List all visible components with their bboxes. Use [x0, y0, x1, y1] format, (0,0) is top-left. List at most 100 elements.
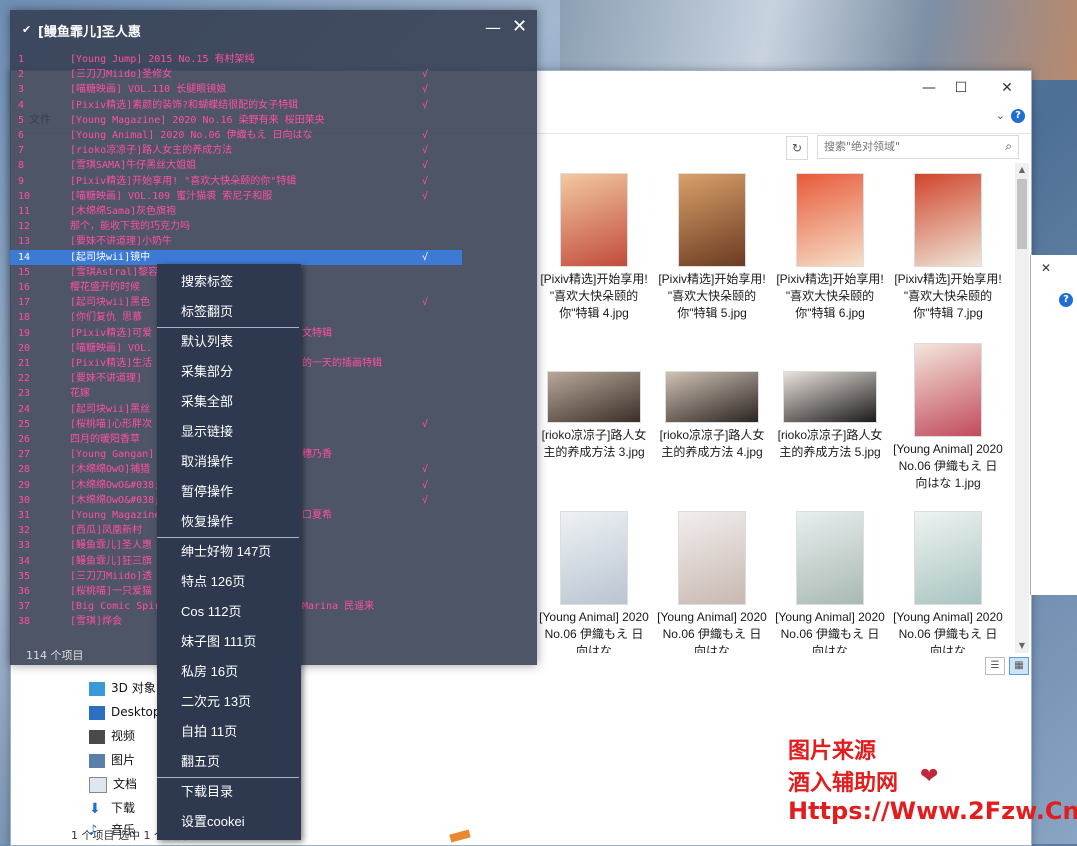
large-icons-view-icon[interactable]: ▦ [1009, 657, 1029, 675]
sidebar-item-videos[interactable]: 视频 [89, 725, 135, 747]
details-view-icon[interactable]: ☰ [985, 657, 1005, 675]
item-done-mark: √ [422, 479, 429, 491]
file-item[interactable]: [Pixiv精选]开始享用! "喜欢大快朵颐的你"特辑 7.jpg [893, 173, 1003, 322]
menu-item[interactable]: 二次元 13页 [181, 687, 251, 717]
list-item[interactable]: 9 [Pixiv精选]开始享用! "喜欢大快朵颐的你"特辑 √ [10, 174, 537, 189]
list-item[interactable]: 10 [喵糖映画] VOL.109 蜜汁猫裘 索尼子和服 √ [10, 189, 537, 204]
item-title: [Young Gangan] [70, 449, 155, 461]
search-input[interactable] [818, 136, 1000, 156]
file-item[interactable]: [Pixiv精选]开始享用! "喜欢大快朵颐的你"特辑 5.jpg [657, 173, 767, 322]
item-index: 22 [18, 373, 31, 385]
menu-item[interactable]: 搜索标签 [181, 267, 233, 297]
item-index: 16 [18, 282, 31, 293]
item-title-tail: 口夏希 [302, 510, 332, 521]
file-item[interactable]: [Pixiv精选]开始享用! "喜欢大快朵颐的你"特辑 6.jpg [775, 173, 885, 322]
list-item[interactable]: 12 那个，能收下我的巧克力吗 [10, 219, 537, 234]
item-title: [鳗鱼霏儿]圣人惠 [70, 540, 153, 552]
file-item[interactable]: [rioko凉凉子]路人女主的养成方法 5.jpg [775, 343, 885, 461]
close-button[interactable]: ✕ [512, 16, 527, 37]
file-item[interactable]: [Young Animal] 2020 No.06 伊織もえ 日向はな [539, 511, 649, 653]
menu-item[interactable]: 默认列表 [181, 327, 233, 357]
list-item[interactable]: 3 [喵糖映画] VOL.110 长腿眼镜娘 √ [10, 82, 537, 97]
item-title: [Young Magazine [70, 510, 161, 521]
item-title: [三刀刀Miido]透 [70, 570, 153, 582]
file-item[interactable]: [Young Animal] 2020 No.06 伊織もえ 日向はな [657, 511, 767, 653]
scrollbar-thumb[interactable] [1017, 179, 1027, 249]
item-title: [喵糖映画] VOL.110 长腿眼镜娘 [70, 84, 227, 96]
documents-icon [89, 776, 107, 793]
list-item[interactable]: 7 [rioko凉凉子]路人女主的养成方法 √ [10, 143, 537, 158]
list-item[interactable]: 11 [木绵绵Sama]灰色旗袍 [10, 204, 537, 219]
list-item[interactable]: 13 [要妹不讲道理]小奶牛 [10, 234, 537, 249]
item-done-mark: √ [422, 175, 429, 187]
list-item[interactable]: 5 [Young Magazine] 2020 No.16 染野有来 桜田茉央 [10, 113, 537, 128]
file-item[interactable]: [Pixiv精选]开始享用! "喜欢大快朵颐的你"特辑 4.jpg [539, 173, 649, 322]
scroll-down-icon[interactable]: ▼ [1015, 639, 1029, 653]
list-item[interactable]: 14 [起司块wii]镜中 √ [10, 249, 462, 265]
file-item[interactable]: [rioko凉凉子]路人女主的养成方法 3.jpg [539, 343, 649, 461]
menu-item[interactable]: Cos 112页 [181, 597, 241, 627]
menu-item[interactable]: 标签翻页 [181, 297, 233, 327]
item-title: [木绵绵OwO&#038; [70, 479, 161, 491]
list-item[interactable]: 6 [Young Animal] 2020 No.06 伊織もえ 日向はな √ [10, 128, 537, 143]
scroll-up-icon[interactable]: ▲ [1015, 163, 1029, 177]
item-done-mark: √ [422, 418, 429, 430]
search-icon[interactable]: ⌕ [1005, 139, 1012, 154]
menu-item[interactable]: 暂停操作 [181, 477, 233, 507]
watermark-line-2: 酒入辅助网 [788, 771, 899, 796]
item-index: 21 [18, 358, 31, 369]
item-index: 8 [18, 160, 25, 172]
list-item[interactable]: 1 [Young Jump] 2015 No.15 有村架纯 [10, 52, 537, 67]
file-thumbnail [678, 511, 746, 605]
list-item[interactable]: 4 [Pixiv精选]素颜的装饰?和蝴蝶结很配的女子特辑 √ [10, 98, 537, 113]
item-done-mark: √ [422, 99, 429, 111]
menu-item[interactable]: 自拍 11页 [181, 717, 237, 747]
item-title: [木绵绵OwO&#038; [70, 494, 161, 506]
item-index: 20 [18, 342, 31, 354]
close-icon[interactable]: ✕ [1041, 261, 1051, 275]
menu-item[interactable]: 私房 16页 [181, 657, 238, 687]
file-item[interactable]: [Young Animal] 2020 No.06 伊織もえ 日向はな [775, 511, 885, 653]
sidebar-item-pictures[interactable]: 图片 [89, 749, 135, 771]
file-thumbnail [796, 511, 864, 605]
refresh-icon[interactable]: ↻ [786, 136, 808, 160]
menu-item[interactable]: 下载目录 [181, 777, 233, 807]
menu-item[interactable]: 取消操作 [181, 447, 233, 477]
item-index: 1 [18, 54, 25, 65]
menu-item[interactable]: 采集全部 [181, 387, 233, 417]
file-item[interactable]: [Young Animal] 2020 No.06 伊織もえ 日向はな [893, 511, 1003, 653]
sidebar-item-3d-objects[interactable]: 3D 对象 [89, 677, 156, 699]
file-thumbnail [914, 173, 982, 267]
help-icon[interactable]: ? [1011, 109, 1025, 123]
file-thumbnail [547, 371, 641, 423]
menu-item[interactable]: 显示链接 [181, 417, 233, 447]
file-thumbnail [665, 371, 759, 423]
sidebar-item-downloads[interactable]: ⬇ 下载 [89, 797, 135, 819]
menu-item[interactable]: 设置cookei [181, 807, 245, 837]
menu-item[interactable]: 特点 126页 [181, 567, 245, 597]
list-item[interactable]: 8 [雪琪SAMA]牛仔黑丝大姐姐 √ [10, 158, 537, 173]
maximize-button[interactable]: ☐ [941, 75, 981, 101]
file-item[interactable]: [Young Animal] 2020 No.06 伊織もえ 日向はな 1.jp… [893, 343, 1003, 492]
chevron-down-icon[interactable]: ⌄ [996, 109, 1005, 122]
help-icon[interactable]: ? [1059, 293, 1073, 307]
sidebar-item-documents[interactable]: 文档 [89, 773, 137, 795]
item-done-mark: √ [422, 145, 429, 157]
menu-item[interactable]: 采集部分 [181, 357, 233, 387]
menu-item[interactable]: 恢复操作 [181, 507, 233, 537]
close-button[interactable]: ✕ [987, 75, 1027, 101]
file-item[interactable]: [rioko凉凉子]路人女主的养成方法 4.jpg [657, 343, 767, 461]
minimize-button[interactable]: — [485, 18, 501, 37]
menu-item[interactable]: 妹子图 111页 [181, 627, 256, 657]
menu-item[interactable]: 绅士好物 147页 [181, 537, 271, 567]
list-item[interactable]: 2 [三刀刀Miido]圣修女 √ [10, 67, 537, 82]
item-index: 15 [18, 266, 31, 278]
item-title: [Young Jump] 2015 No.15 有村架纯 [70, 54, 255, 65]
item-title: [要妹不讲道理] [70, 373, 143, 385]
sidebar-item-desktop[interactable]: Desktop [89, 701, 161, 723]
vertical-scrollbar[interactable]: ▲ ▼ [1015, 163, 1029, 653]
file-name: [Young Animal] 2020 No.06 伊織もえ 日向はな [893, 610, 1003, 653]
menu-item[interactable]: 翻五页 [181, 747, 220, 777]
heart-icon: ❤ [920, 764, 939, 789]
item-title: 四月的暖阳香草 [70, 434, 140, 445]
